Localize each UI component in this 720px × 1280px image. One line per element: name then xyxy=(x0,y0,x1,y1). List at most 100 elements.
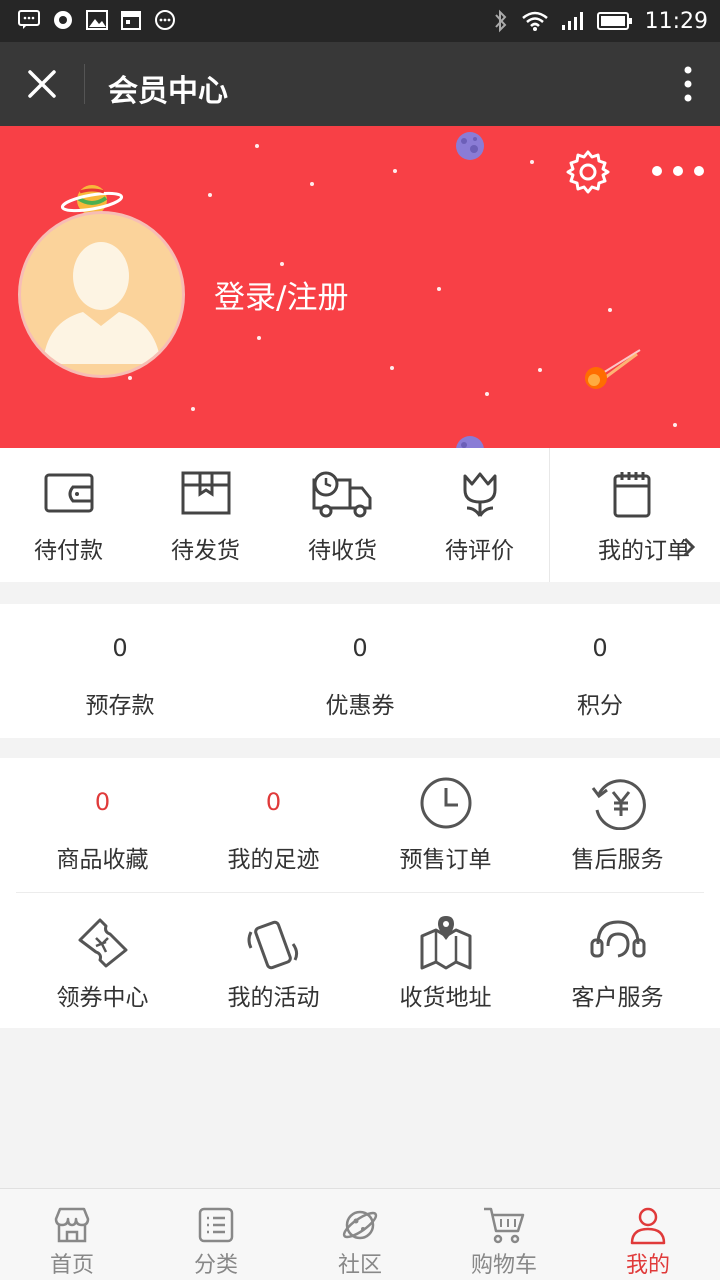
tab-label: 我的 xyxy=(625,1253,670,1278)
tool-after-sales[interactable]: 售后服务 xyxy=(532,758,703,890)
notebook-icon xyxy=(613,472,651,518)
status-bar: 11:29 xyxy=(0,0,720,42)
yen-refund-icon xyxy=(591,779,646,830)
tab-label: 购物车 xyxy=(470,1253,537,1278)
tool-label: 我的活动 xyxy=(227,985,320,1011)
tool-shipping-address[interactable]: 收货地址 xyxy=(360,896,531,1028)
footprints-count: 0 xyxy=(265,788,282,816)
settings-icon[interactable] xyxy=(564,148,612,196)
star xyxy=(673,423,677,427)
my-orders-label: 我的订单 xyxy=(598,538,690,564)
status-right-icons: 11:29 xyxy=(493,6,708,36)
close-icon[interactable] xyxy=(22,64,62,104)
wifi-icon xyxy=(521,11,548,31)
battery-icon xyxy=(596,12,632,30)
store-icon xyxy=(54,1207,90,1243)
tulip-icon xyxy=(463,472,496,517)
package-icon xyxy=(181,471,230,515)
chevron-right-icon xyxy=(683,537,696,557)
phone-vibrate-icon xyxy=(247,920,298,970)
favorites-count: 0 xyxy=(94,788,111,816)
meteor-icon xyxy=(585,349,641,389)
star xyxy=(393,169,397,173)
headset-icon xyxy=(590,920,645,958)
star xyxy=(530,160,534,164)
asset-label: 预存款 xyxy=(85,693,155,719)
order-pending-review[interactable]: 待评价 xyxy=(411,448,548,582)
star xyxy=(485,392,489,396)
tools-divider xyxy=(16,892,704,893)
star xyxy=(538,368,542,372)
star xyxy=(255,144,259,148)
sync-icon xyxy=(54,11,72,29)
list-icon xyxy=(198,1207,234,1243)
tab-community[interactable]: 社区 xyxy=(288,1189,432,1280)
calendar-icon xyxy=(121,11,141,30)
order-status-bar: 待付款 待发货 待收货 待评价 我的订单 xyxy=(0,448,720,582)
avatar[interactable] xyxy=(18,211,185,378)
tab-cart[interactable]: 购物车 xyxy=(432,1189,576,1280)
asset-value: 0 xyxy=(352,634,368,662)
avatar-icon xyxy=(43,242,161,364)
page-title: 会员中心 xyxy=(108,74,228,109)
asset-prepaid[interactable]: 0 预存款 xyxy=(0,604,240,738)
moon-icon-bottom xyxy=(456,436,484,448)
asset-label: 优惠券 xyxy=(325,693,395,719)
tab-home[interactable]: 首页 xyxy=(0,1189,144,1280)
tools-grid: 0 商品收藏 0 我的足迹 预售订单 售后服务 领券中心 我的活动 收货地址 客… xyxy=(0,758,720,1028)
star xyxy=(437,287,441,291)
star xyxy=(390,366,394,370)
asset-value: 0 xyxy=(112,634,128,662)
tool-label: 收货地址 xyxy=(399,985,492,1011)
tool-my-activities[interactable]: 我的活动 xyxy=(188,896,359,1028)
more-vertical-icon[interactable] xyxy=(680,64,696,104)
tool-label: 预售订单 xyxy=(399,847,492,873)
asset-coupons[interactable]: 0 优惠券 xyxy=(240,604,480,738)
member-header: 登录/注册 xyxy=(0,126,720,448)
asset-value: 0 xyxy=(592,634,608,662)
tool-presale-orders[interactable]: 预售订单 xyxy=(360,758,531,890)
more-horizontal-icon[interactable] xyxy=(650,164,706,178)
cart-icon xyxy=(484,1207,525,1244)
tool-label: 我的足迹 xyxy=(227,847,320,873)
tab-label: 首页 xyxy=(49,1253,94,1278)
wallet-icon xyxy=(44,473,93,513)
tool-coupon-center[interactable]: 领券中心 xyxy=(17,896,188,1028)
bluetooth-icon xyxy=(494,9,506,33)
order-pending-receipt[interactable]: 待收货 xyxy=(274,448,411,582)
tool-favorites[interactable]: 0 商品收藏 xyxy=(17,758,188,890)
tab-category[interactable]: 分类 xyxy=(144,1189,288,1280)
star xyxy=(280,262,284,266)
map-pin-icon xyxy=(420,916,471,970)
user-icon xyxy=(630,1207,666,1245)
moon-icon xyxy=(456,132,484,160)
order-pending-shipment[interactable]: 待发货 xyxy=(137,448,274,582)
tab-mine[interactable]: 我的 xyxy=(576,1189,720,1280)
title-divider xyxy=(84,64,85,104)
order-pending-payment[interactable]: 待付款 xyxy=(0,448,137,582)
asset-points[interactable]: 0 积分 xyxy=(480,604,720,738)
star xyxy=(128,376,132,380)
tool-footprints[interactable]: 0 我的足迹 xyxy=(188,758,359,890)
message-icon xyxy=(18,10,40,29)
star xyxy=(310,182,314,186)
tool-label: 商品收藏 xyxy=(56,847,149,873)
tool-customer-service[interactable]: 客户服务 xyxy=(532,896,703,1028)
asset-label: 积分 xyxy=(577,693,623,719)
image-icon xyxy=(86,10,108,30)
planet-outline-icon xyxy=(342,1210,378,1240)
my-orders-link[interactable]: 我的订单 xyxy=(549,448,720,582)
truck-icon xyxy=(312,471,371,518)
signal-icon xyxy=(561,12,583,30)
order-label: 待发货 xyxy=(171,538,240,564)
login-register-link[interactable]: 登录/注册 xyxy=(214,272,348,317)
coupon-icon xyxy=(78,918,127,968)
tool-label: 售后服务 xyxy=(571,847,664,873)
clock-icon xyxy=(420,777,471,829)
star xyxy=(208,193,212,197)
status-time: 11:29 xyxy=(644,8,708,34)
tab-label: 分类 xyxy=(193,1253,238,1278)
title-bar: 会员中心 xyxy=(0,42,720,126)
status-left-icons xyxy=(18,9,176,31)
order-label: 待评价 xyxy=(445,538,514,564)
